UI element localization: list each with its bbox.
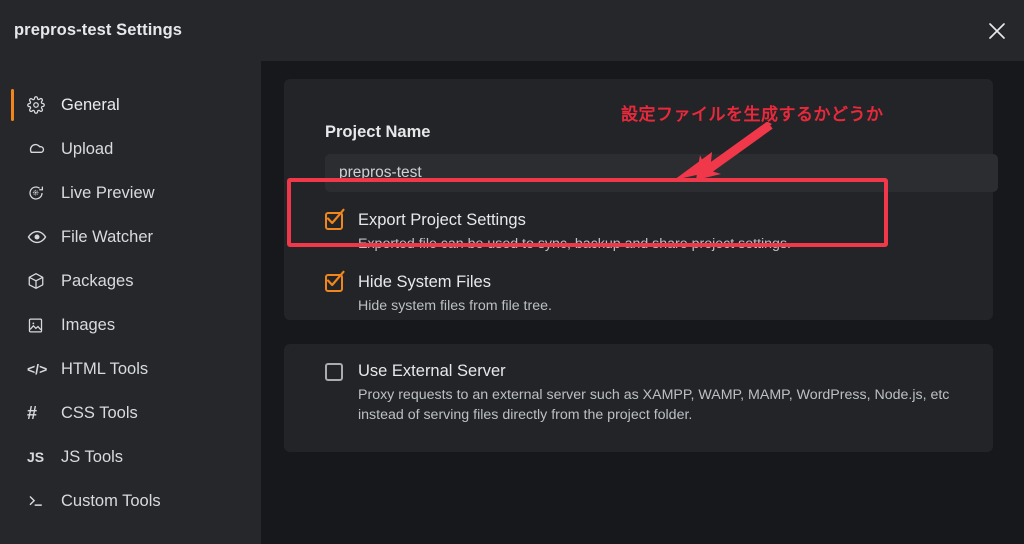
sidebar-item-label: Images xyxy=(61,315,116,334)
sidebar-item-js-tools[interactable]: JS JS Tools xyxy=(0,435,261,479)
sidebar-item-label: JS Tools xyxy=(61,447,124,466)
sidebar-item-label: CSS Tools xyxy=(61,403,138,422)
sidebar-item-custom-tools[interactable]: Custom Tools xyxy=(0,479,261,523)
sidebar-item-label: Packages xyxy=(61,271,134,290)
terminal-icon xyxy=(27,492,53,510)
active-indicator xyxy=(11,89,14,121)
sidebar-item-upload[interactable]: Upload xyxy=(0,127,261,171)
close-button[interactable] xyxy=(978,12,1016,50)
sidebar-item-live-preview[interactable]: Live Preview xyxy=(0,171,261,215)
hash-icon: # xyxy=(27,403,38,423)
option-export-project-settings[interactable]: Export Project Settings Exported file ca… xyxy=(325,208,998,254)
sidebar-item-general[interactable]: General xyxy=(0,83,261,127)
option-title: Use External Server xyxy=(358,362,506,380)
option-title: Hide System Files xyxy=(358,273,491,291)
js-icon: JS xyxy=(27,449,45,465)
project-name-input[interactable] xyxy=(325,154,998,192)
settings-content: Project Name Export Project Settings Exp… xyxy=(261,61,1024,544)
hide-system-files-checkbox[interactable] xyxy=(325,270,345,292)
external-server-card: Use External Server Proxy requests to an… xyxy=(284,344,993,452)
window-title: prepros-test Settings xyxy=(14,21,183,39)
option-hide-system-files[interactable]: Hide System Files Hide system files from… xyxy=(325,270,998,316)
sidebar-item-label: Live Preview xyxy=(61,183,155,202)
sidebar: General Upload Live Preview File Watcher… xyxy=(0,61,261,544)
title-bar: prepros-test Settings xyxy=(0,0,1024,61)
settings-window: prepros-test Settings General Upload Liv… xyxy=(0,0,1024,544)
sidebar-item-html-tools[interactable]: </> HTML Tools xyxy=(0,347,261,391)
package-icon xyxy=(27,272,53,290)
option-description: Proxy requests to an external server suc… xyxy=(358,387,950,423)
sidebar-item-label: Upload xyxy=(61,139,114,158)
code-icon: </> xyxy=(27,361,48,377)
close-icon xyxy=(988,22,1006,40)
sidebar-item-label: File Watcher xyxy=(61,227,153,246)
use-external-server-checkbox[interactable] xyxy=(325,363,343,381)
checkmark-icon xyxy=(324,207,346,234)
sidebar-item-label: HTML Tools xyxy=(61,359,149,378)
option-use-external-server[interactable]: Use External Server Proxy requests to an… xyxy=(325,361,998,425)
sidebar-item-file-watcher[interactable]: File Watcher xyxy=(0,215,261,259)
sidebar-item-packages[interactable]: Packages xyxy=(0,259,261,303)
gear-icon xyxy=(27,96,53,114)
sidebar-item-label: General xyxy=(61,95,120,114)
eye-icon xyxy=(27,227,53,247)
option-description: Hide system files from file tree. xyxy=(358,298,552,314)
sidebar-item-css-tools[interactable]: # CSS Tools xyxy=(0,391,261,435)
option-title: Export Project Settings xyxy=(358,211,526,229)
image-icon xyxy=(27,317,53,334)
sidebar-item-images[interactable]: Images xyxy=(0,303,261,347)
annotation-callout-text: 設定ファイルを生成するかどうか xyxy=(621,105,884,125)
export-project-settings-checkbox[interactable] xyxy=(325,208,345,230)
checkmark-icon xyxy=(324,269,346,296)
sidebar-item-label: Custom Tools xyxy=(61,491,161,510)
option-description: Exported file can be used to sync, backu… xyxy=(358,236,791,252)
live-preview-icon xyxy=(27,184,53,202)
cloud-icon xyxy=(27,140,53,159)
project-name-label: Project Name xyxy=(325,123,431,141)
